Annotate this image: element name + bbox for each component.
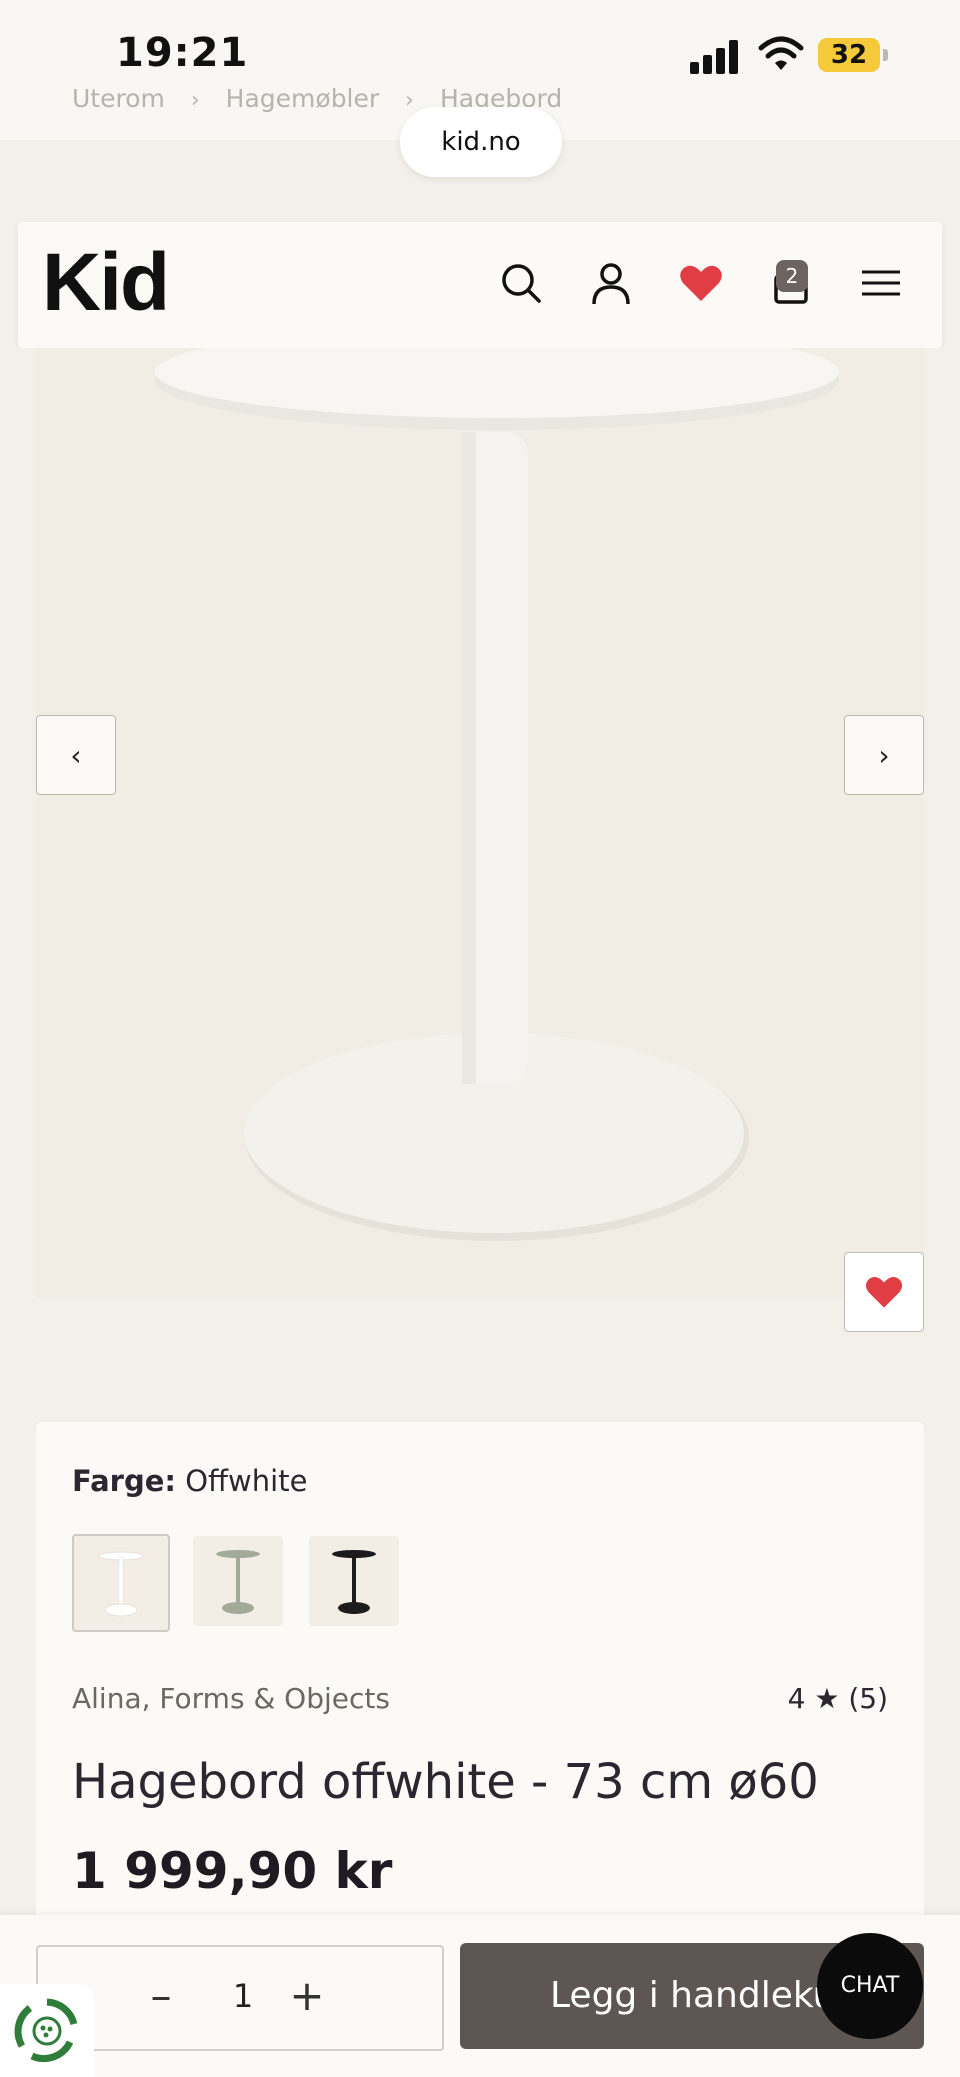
product-price: 1 999,90 kr	[72, 1842, 393, 1900]
browser-url-pill[interactable]: kid.no	[400, 107, 562, 177]
color-swatch-black[interactable]	[309, 1536, 399, 1626]
chat-button[interactable]: CHAT	[817, 1933, 923, 2039]
menu-icon[interactable]	[858, 260, 904, 306]
product-info-card: Farge: Offwhite Alina, Forms & Objects 4…	[36, 1422, 924, 1942]
product-title: Hagebord offwhite - 73 cm ø60	[72, 1754, 819, 1810]
gallery-prev-button[interactable]: ‹	[36, 715, 116, 795]
recycle-badge[interactable]	[0, 1984, 94, 2077]
battery-tip	[883, 49, 888, 61]
cellular-signal-icon	[690, 38, 744, 74]
table-thumbnail-green	[216, 1550, 260, 1614]
color-swatch-offwhite[interactable]	[72, 1534, 170, 1632]
breadcrumb-item-hagemobler[interactable]: Hagemøbler	[226, 84, 380, 113]
quantity-increase-button[interactable]: +	[282, 1971, 332, 2021]
color-swatch-green[interactable]	[193, 1536, 283, 1626]
wifi-icon	[758, 36, 804, 70]
quantity-stepper: – 1 +	[36, 1945, 444, 2051]
product-brand[interactable]: Alina, Forms & Objects	[72, 1682, 390, 1715]
table-thumbnail-black	[332, 1550, 376, 1614]
table-thumbnail-offwhite	[98, 1551, 144, 1617]
color-label-value: Offwhite	[185, 1464, 308, 1498]
color-selector-label: Farge: Offwhite	[72, 1464, 307, 1498]
add-to-wishlist-button[interactable]	[844, 1252, 924, 1332]
product-image-table	[155, 348, 839, 1241]
product-rating[interactable]: 4 ★ (5)	[788, 1682, 888, 1715]
gallery-next-button[interactable]: ›	[844, 715, 924, 795]
account-icon[interactable]	[588, 260, 634, 306]
site-logo[interactable]: Kid	[42, 236, 170, 330]
quantity-value[interactable]: 1	[228, 1971, 258, 2021]
heart-icon	[865, 1277, 903, 1308]
recycle-icon	[14, 1998, 78, 2062]
color-label-key: Farge:	[72, 1464, 177, 1498]
purchase-bar: – 1 + Legg i handlekurv	[0, 1915, 960, 2077]
product-gallery: ‹ ›	[0, 348, 960, 1348]
cart-count-badge: 2	[776, 260, 808, 292]
breadcrumb-separator: ›	[190, 88, 200, 113]
breadcrumb-item-uterom[interactable]: Uterom	[72, 84, 165, 113]
wishlist-heart-icon[interactable]	[678, 260, 724, 306]
status-time: 19:21	[116, 30, 249, 76]
search-icon[interactable]	[498, 260, 544, 306]
breadcrumb-separator: ›	[405, 88, 414, 113]
battery-icon: 32	[818, 38, 880, 72]
quantity-decrease-button[interactable]: –	[136, 1971, 186, 2021]
